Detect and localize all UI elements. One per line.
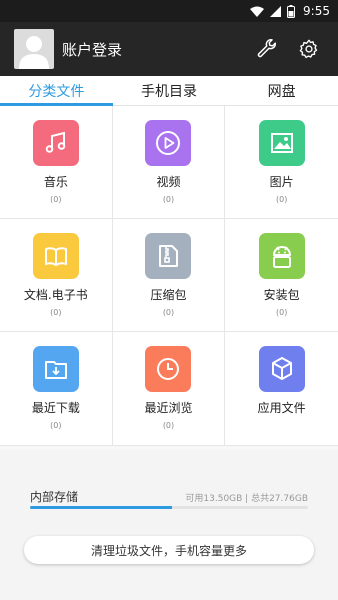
category-count: (0) [50, 195, 62, 204]
archive-icon [145, 233, 192, 279]
category-count: (0) [50, 421, 62, 430]
tools-button[interactable] [252, 34, 282, 64]
download-folder-icon [32, 346, 79, 392]
tab-cloud-drive[interactable]: 网盘 [225, 76, 338, 105]
category-label: 视频 [156, 175, 181, 189]
category-count: (0) [275, 308, 288, 317]
category-images[interactable]: 图片 (0) [225, 106, 338, 219]
category-count: (0) [162, 421, 175, 430]
storage-label: 内部存储 [30, 490, 79, 504]
video-icon [145, 120, 192, 166]
category-label: 最近浏览 [144, 401, 193, 415]
book-icon [32, 233, 79, 279]
wifi-icon [250, 6, 265, 17]
tab-categories[interactable]: 分类文件 [0, 76, 113, 106]
category-label: 压缩包 [150, 288, 187, 302]
tab-phone-directory[interactable]: 手机目录 [113, 76, 226, 105]
avatar[interactable] [14, 29, 54, 69]
gear-icon [299, 39, 318, 59]
battery-icon [287, 4, 296, 18]
category-label: 图片 [269, 175, 294, 189]
storage-row[interactable]: 内部存储 可用13.50GB | 总共27.76GB [30, 488, 308, 505]
storage-progress-fill [30, 506, 172, 509]
settings-button[interactable] [294, 34, 324, 64]
account-login-label[interactable]: 账户登录 [62, 39, 240, 60]
category-count: (0) [162, 195, 175, 204]
category-documents[interactable]: 文档.电子书 (0) [0, 219, 113, 332]
app-header: 账户登录 [0, 22, 338, 76]
category-label: 应用文件 [257, 401, 306, 415]
signal-icon [270, 5, 282, 17]
tab-bar: 分类文件 手机目录 网盘 [0, 76, 338, 106]
status-bar: 9:55 [0, 0, 338, 22]
storage-panel: 内部存储 可用13.50GB | 总共27.76GB 清理垃圾文件，手机容量更多 [0, 450, 338, 600]
category-apk[interactable]: 安装包 (0) [225, 219, 338, 332]
category-label: 文档.电子书 [23, 288, 88, 302]
storage-info: 可用13.50GB | 总共27.76GB [185, 494, 308, 504]
storage-progress-bar [30, 506, 308, 509]
category-recent-downloads[interactable]: 最近下载 (0) [0, 332, 113, 445]
clean-junk-button[interactable]: 清理垃圾文件，手机容量更多 [24, 536, 314, 564]
category-label: 最近下载 [31, 401, 80, 415]
status-time: 9:55 [303, 4, 330, 18]
box-icon [258, 346, 305, 392]
category-archives[interactable]: 压缩包 (0) [112, 219, 226, 332]
category-music[interactable]: 音乐 (0) [0, 106, 113, 219]
category-count: (0) [275, 195, 288, 204]
wrench-icon [257, 39, 277, 58]
android-icon [258, 233, 305, 279]
clock-icon [145, 346, 192, 392]
category-video[interactable]: 视频 (0) [112, 106, 226, 219]
category-grid: 音乐 (0) 视频 (0) 图片 (0) 文档.电子书 (0) 压缩包 (0) [0, 106, 338, 446]
category-label: 音乐 [43, 175, 68, 189]
user-avatar-icon [19, 36, 49, 69]
category-count: (0) [50, 308, 62, 317]
category-app-files[interactable]: 应用文件 [225, 332, 338, 445]
category-label: 安装包 [263, 288, 300, 302]
category-count: (0) [162, 308, 175, 317]
category-recent-browsed[interactable]: 最近浏览 (0) [113, 332, 226, 445]
music-icon [32, 120, 79, 166]
image-icon [258, 120, 305, 166]
